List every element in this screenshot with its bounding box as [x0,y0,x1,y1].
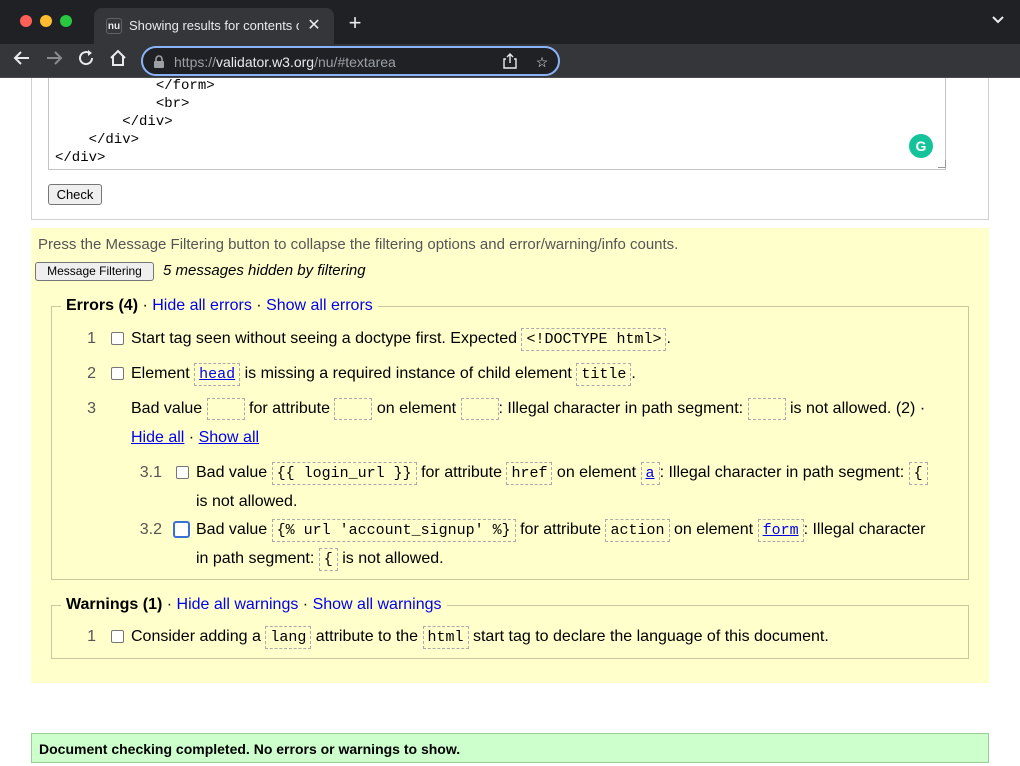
error-message: Bad value {{ login_url }} for attribute … [196,459,956,516]
hide-all-link[interactable]: Hide all [131,429,184,446]
error-number: 1 [87,330,96,347]
error-message: Element head is missing a required insta… [131,360,636,389]
maximize-window-button[interactable] [60,15,72,27]
lock-icon[interactable] [153,55,165,68]
warnings-title: Warnings (1) [66,596,163,613]
hide-all-errors-link[interactable]: Hide all errors [152,297,252,314]
share-icon[interactable] [501,53,519,71]
error-message: Bad value for attribute on element : Ill… [131,395,925,423]
head-element-link[interactable]: head [194,363,241,386]
warning-number: 1 [87,628,96,645]
source-textarea[interactable]: </form> <br> </div> </div> </div> [48,78,946,170]
show-all-warnings-link[interactable]: Show all warnings [313,596,442,613]
close-tab-icon[interactable]: ✕ [304,16,324,36]
error-checkbox[interactable] [176,466,189,479]
hidden-messages-note: 5 messages hidden by filtering [163,262,366,279]
forward-icon[interactable] [42,49,66,73]
errors-legend: Errors (4) · Hide all errors · Show all … [61,296,378,316]
tab-favicon-icon: nu [106,18,122,34]
address-bar[interactable]: https://validator.w3.org/nu/#textarea ☆ [141,46,560,76]
active-tab[interactable]: nu Showing results for contents of ✕ [94,8,334,44]
hide-all-warnings-link[interactable]: Hide all warnings [177,596,299,613]
reload-icon[interactable] [74,49,98,73]
page-content: </form> <br> </div> </div> </div> G Chec… [0,78,1020,766]
tab-title: Showing results for contents of [129,18,299,33]
filter-note: Press the Message Filtering button to co… [38,236,679,253]
message-filtering-button[interactable]: Message Filtering [35,262,154,281]
error-checkbox[interactable] [111,367,124,380]
form-element-link[interactable]: form [757,519,804,542]
resize-grip-icon[interactable] [938,160,946,168]
error-message: Start tag seen without seeing a doctype … [131,325,671,354]
grammarly-icon[interactable]: G [909,134,933,158]
tab-search-chevron-icon[interactable] [988,14,1008,32]
browser-toolbar: https://validator.w3.org/nu/#textarea ☆ … [0,44,1020,115]
errors-group: Errors (4) · Hide all errors · Show all … [51,296,969,580]
show-all-errors-link[interactable]: Show all errors [266,297,373,314]
star-icon[interactable]: ☆ [533,53,551,71]
errors-title: Errors (4) [66,297,139,314]
warning-checkbox[interactable] [111,630,124,643]
warnings-legend: Warnings (1) · Hide all warnings · Show … [61,595,447,615]
a-element-link[interactable]: a [640,462,660,485]
success-message: Document checking completed. No errors o… [31,733,989,763]
close-window-button[interactable] [20,15,32,27]
error-number: 3.2 [139,521,162,538]
back-icon[interactable] [10,49,34,73]
warnings-group: Warnings (1) · Hide all warnings · Show … [51,595,969,659]
error-number: 3 [87,400,96,417]
error-message: Bad value {% url 'account_signup' %} for… [196,516,966,574]
results-area: Press the Message Filtering button to co… [31,228,989,683]
error-checkbox[interactable] [173,521,190,538]
input-form: </form> <br> </div> </div> </div> G Chec… [31,78,989,220]
home-icon[interactable] [106,49,130,73]
check-button[interactable]: Check [48,184,102,205]
warning-message: Consider adding a lang attribute to the … [131,623,829,652]
url-text: https://validator.w3.org/nu/#textarea [174,54,396,70]
error-number: 3.1 [139,464,162,481]
error-number: 2 [87,365,96,382]
error-group-links: Hide all · Show all [131,429,260,446]
tab-bar: nu Showing results for contents of ✕ + [0,0,1020,44]
error-checkbox[interactable] [111,332,124,345]
new-tab-icon[interactable]: + [344,12,366,34]
minimize-window-button[interactable] [40,15,52,27]
show-all-link[interactable]: Show all [199,429,259,446]
